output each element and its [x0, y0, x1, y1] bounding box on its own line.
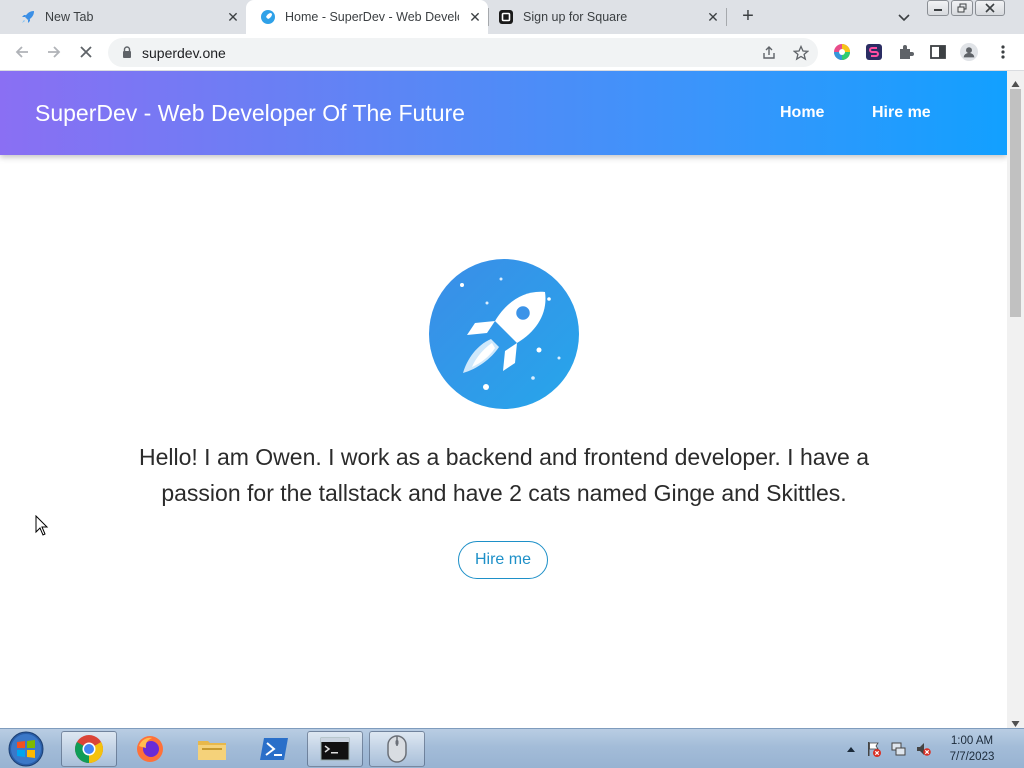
tab-square[interactable]: Sign up for Square ✕	[488, 0, 726, 34]
taskbar-file-explorer-icon[interactable]	[184, 731, 240, 767]
scrollbar-thumb[interactable]	[1010, 89, 1021, 317]
hire-me-button[interactable]: Hire me	[458, 541, 548, 579]
taskbar-mouse-icon[interactable]	[369, 731, 425, 767]
side-panel-icon[interactable]	[929, 43, 947, 61]
rocket-logo-icon	[429, 259, 579, 409]
share-icon[interactable]	[760, 44, 778, 62]
network-icon[interactable]	[891, 741, 907, 757]
window-controls	[927, 0, 1005, 16]
restore-icon[interactable]	[951, 0, 973, 16]
extensions-puzzle-icon[interactable]	[897, 43, 915, 61]
forward-arrow-icon[interactable]	[44, 42, 64, 62]
tab-title: Home - SuperDev - Web Developer Of The F…	[285, 10, 459, 24]
start-button-icon[interactable]	[6, 730, 46, 768]
tab-title: New Tab	[45, 10, 94, 24]
minimize-icon[interactable]	[927, 0, 949, 16]
system-clock[interactable]: 1:00 AM 7/7/2023	[942, 733, 1002, 765]
back-arrow-icon[interactable]	[12, 42, 32, 62]
clock-time: 1:00 AM	[950, 735, 994, 747]
bookmark-star-icon[interactable]	[792, 44, 810, 62]
windows-taskbar: 1:00 AM 7/7/2023	[0, 728, 1024, 768]
volume-muted-icon[interactable]	[915, 741, 931, 757]
nav-hire-me-link[interactable]: Hire me	[872, 104, 931, 122]
menu-kebab-icon[interactable]	[994, 43, 1012, 61]
rocket-icon	[20, 9, 36, 25]
close-tab-icon[interactable]: ✕	[468, 10, 482, 24]
tab-superdev[interactable]: Home - SuperDev - Web Developer Of The F…	[246, 0, 488, 34]
color-picker-extension-icon[interactable]	[833, 43, 851, 61]
mouse-cursor-icon	[35, 514, 49, 537]
address-bar[interactable]: superdev.one	[108, 38, 818, 67]
browser-toolbar: superdev.one	[0, 34, 1024, 71]
taskbar-powershell-icon[interactable]	[246, 731, 302, 767]
tab-strip: New Tab ✕ Home - SuperDev - Web Develope…	[0, 0, 1024, 34]
site-title[interactable]: SuperDev - Web Developer Of The Future	[35, 100, 465, 127]
action-center-flag-icon[interactable]	[866, 741, 882, 757]
taskbar-cmd-icon[interactable]	[307, 731, 363, 767]
superdev-favicon	[260, 9, 276, 25]
clock-date: 7/7/2023	[949, 751, 995, 763]
scroll-up-icon[interactable]	[1011, 75, 1020, 87]
nav-home-link[interactable]: Home	[780, 104, 824, 122]
scroll-down-icon[interactable]	[1011, 715, 1020, 727]
tab-title: Sign up for Square	[523, 10, 628, 24]
square-logo-icon	[498, 9, 514, 25]
profile-avatar-icon[interactable]	[960, 43, 978, 61]
tab-separator	[726, 8, 727, 26]
intro-text: Hello! I am Owen. I work as a backend an…	[138, 444, 870, 506]
close-tab-icon[interactable]: ✕	[706, 10, 720, 24]
lock-icon[interactable]	[120, 45, 134, 59]
close-window-icon[interactable]	[975, 0, 1005, 16]
chevron-down-icon[interactable]	[896, 9, 912, 25]
close-tab-icon[interactable]: ✕	[226, 10, 240, 24]
taskbar-firefox-icon[interactable]	[122, 731, 178, 767]
tab-new-tab[interactable]: New Tab ✕	[0, 0, 246, 34]
show-hidden-icons-icon[interactable]	[843, 741, 859, 757]
url-text[interactable]: superdev.one	[142, 45, 226, 61]
extension-s-icon[interactable]	[865, 43, 883, 61]
new-tab-plus-icon[interactable]: +	[738, 6, 758, 27]
taskbar-chrome-icon[interactable]	[61, 731, 117, 767]
page-viewport: SuperDev - Web Developer Of The Future H…	[0, 71, 1007, 728]
page-scrollbar[interactable]	[1007, 71, 1024, 728]
site-header: SuperDev - Web Developer Of The Future H…	[0, 71, 1007, 155]
stop-loading-icon[interactable]	[76, 42, 96, 62]
